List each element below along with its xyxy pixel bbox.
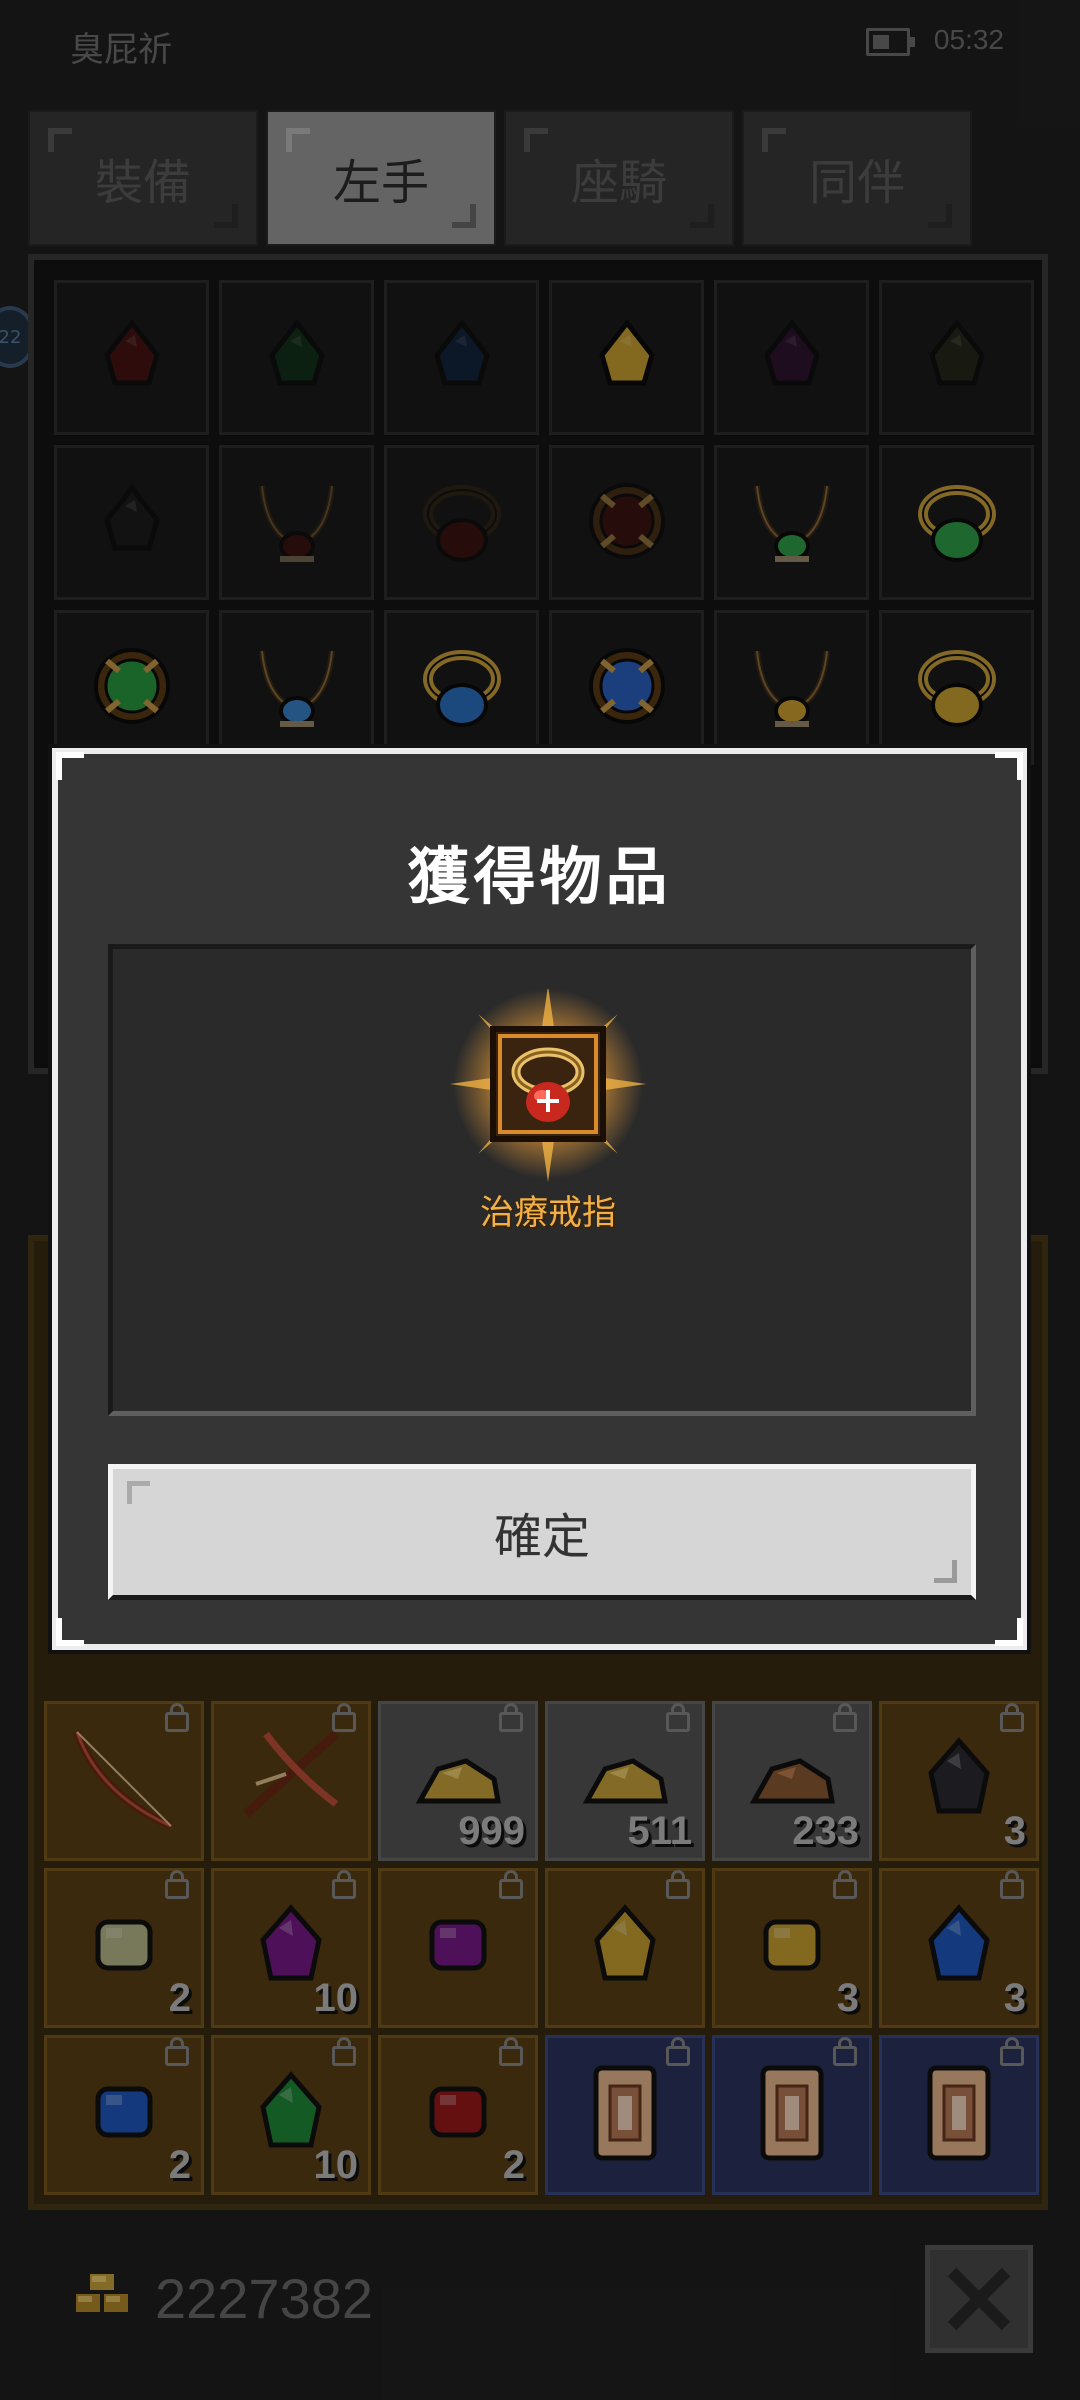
confirm-label: 確定 [493, 1509, 590, 1565]
healing-ring-icon [450, 986, 646, 1182]
dialog-title: 獲得物品 [407, 840, 672, 913]
item-obtained-dialog: 獲得物品 治療戒指 確定 [52, 748, 1027, 1650]
reward-box: 治療戒指 [108, 944, 976, 1416]
reward-item-name: 治療戒指 [480, 1193, 616, 1233]
confirm-button[interactable]: 確定 [108, 1464, 976, 1600]
reward-item[interactable]: 治療戒指 [443, 986, 653, 1233]
